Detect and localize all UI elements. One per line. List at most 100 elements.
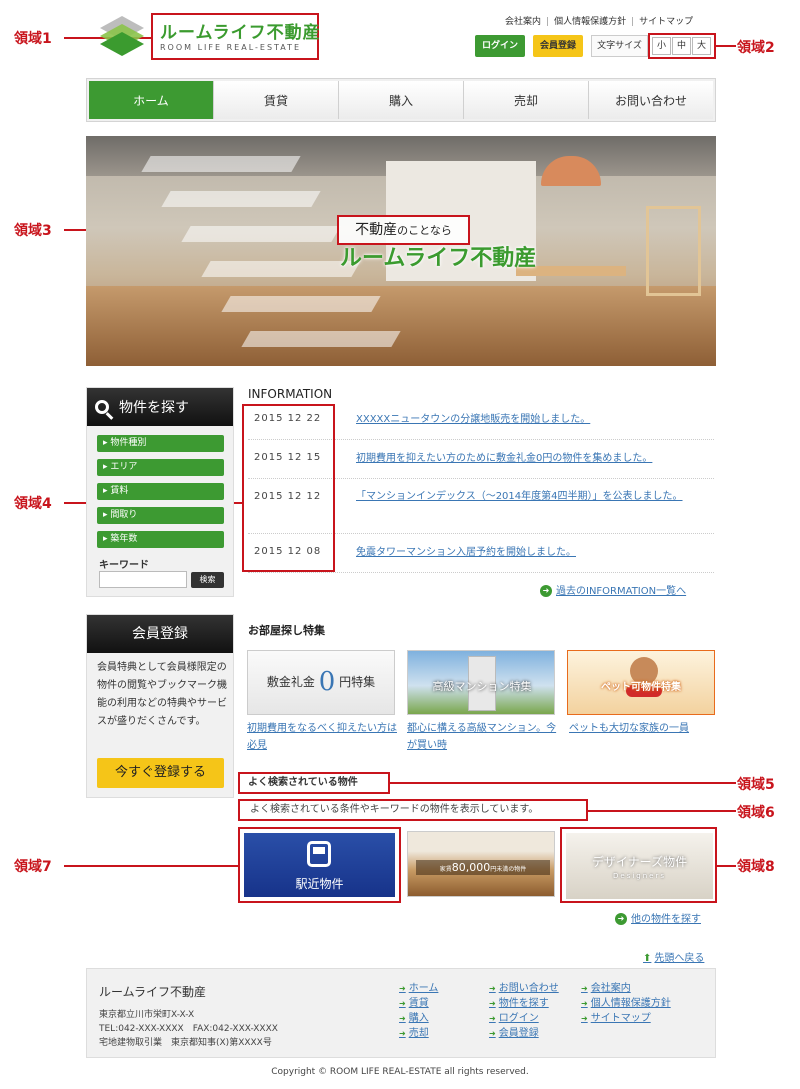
info-heading: INFORMATION — [248, 387, 333, 401]
global-nav: ホーム 賃貸 購入 売却 お問い合わせ — [86, 78, 716, 122]
hero-overlay-stripe — [201, 261, 361, 277]
rent-under-banner[interactable]: 家賃80,000円未満の物件 — [407, 831, 555, 897]
footer-link[interactable]: ➜ ホーム — [399, 981, 438, 996]
keyword-search-button[interactable]: 検索 — [191, 572, 224, 588]
search-category-area[interactable]: ▸ エリア — [97, 459, 224, 476]
info-link[interactable]: 初期費用を抑えたい方のために敷金礼金0円の物件を集めました。 — [356, 450, 706, 467]
info-archive-link[interactable]: ➜ 過去のINFORMATION一覧へ — [540, 582, 686, 597]
info-link[interactable]: 免震タワーマンション入居予約を開始しました。 — [356, 544, 706, 561]
footer-link[interactable]: ➜ 賃貸 — [399, 996, 438, 1011]
annotation-line-5 — [390, 782, 736, 784]
info-link[interactable]: XXXXXニュータウンの分譲地販売を開始しました。 — [356, 411, 706, 428]
hero-overlay-stripe — [181, 226, 341, 242]
hero-overlay-stripe — [221, 296, 381, 312]
keyword-input[interactable] — [99, 571, 187, 588]
footer-company-name: ルームライフ不動産 — [99, 985, 207, 999]
member-description: 会員特典として会員様限定の物件の閲覧やブックマーク機能の利用などの特典やサービス… — [97, 662, 227, 727]
search-category-type[interactable]: ▸ 物件種別 — [97, 435, 224, 452]
station-near-banner[interactable]: 駅近物件 — [244, 833, 395, 897]
popular-station-highlight: 駅近物件 — [238, 827, 401, 903]
font-size-large-button[interactable]: 大 — [692, 37, 711, 55]
annotation-area-3: 領域3 — [14, 223, 52, 239]
font-size-medium-button[interactable]: 中 — [672, 37, 691, 55]
link-sitemap[interactable]: サイトマップ — [639, 17, 693, 27]
link-company[interactable]: 会社案内 — [505, 17, 541, 27]
footer-link[interactable]: ➜ 売却 — [399, 1026, 438, 1041]
annotation-area-8: 領域8 — [737, 859, 775, 875]
arrow-right-icon: ➜ — [615, 913, 627, 925]
search-category-layout[interactable]: ▸ 間取り — [97, 507, 224, 524]
nav-rent[interactable]: 賃貸 — [214, 81, 339, 119]
feature-deposit-banner[interactable]: 敷金礼金 0 円特集 — [247, 650, 395, 715]
info-dates-highlight — [242, 404, 335, 572]
annotation-area-6: 領域6 — [737, 805, 775, 821]
rent-under-label: 家賃80,000円未満の物件 — [416, 860, 550, 875]
annotation-area-2: 領域2 — [737, 40, 775, 56]
link-privacy[interactable]: 個人情報保護方針 — [554, 17, 626, 27]
annotation-line-6 — [588, 810, 736, 812]
train-icon — [307, 841, 331, 867]
annotation-line-2 — [716, 45, 736, 47]
member-heading: 会員登録 — [87, 615, 233, 653]
station-near-label: 駅近物件 — [295, 877, 344, 891]
hero-shelf — [646, 206, 701, 296]
utility-links: 会社案内 | 個人情報保護方針 | サイトマップ — [505, 17, 694, 27]
footer-link[interactable]: ➜ サイトマップ — [581, 1011, 671, 1026]
designers-label: デザイナーズ物件 — [591, 855, 688, 869]
footer-license: 宅地建物取引業 東京都知事(X)第XXXX号 — [99, 1038, 272, 1048]
hero-title: ルームライフ不動産 — [340, 246, 537, 271]
feature-deposit-caption[interactable]: 初期費用をなるべく抑えたい方は必見 — [247, 720, 397, 754]
feature-luxury-banner[interactable]: 高級マンション特集 — [407, 650, 555, 715]
back-to-top-link[interactable]: ⬆ 先頭へ戻る — [643, 949, 704, 964]
copyright: Copyright © ROOM LIFE REAL-ESTATE all ri… — [271, 1067, 529, 1077]
nav-sell[interactable]: 売却 — [464, 81, 589, 119]
designers-sub-label: Designers — [613, 872, 666, 880]
logo-text-jp: ルームライフ不動産 — [160, 23, 321, 43]
font-size-switcher: 小中大 — [648, 33, 716, 59]
popular-designers-highlight: デザイナーズ物件 Designers — [560, 827, 717, 903]
login-button[interactable]: ログイン — [475, 35, 525, 57]
search-category-age[interactable]: ▸ 築年数 — [97, 531, 224, 548]
hero-overlay-stripe — [141, 156, 301, 172]
annotation-line-7 — [64, 865, 238, 867]
nav-home[interactable]: ホーム — [89, 81, 214, 119]
feature-pet-caption[interactable]: ペットも大切な家族の一員 — [569, 720, 719, 737]
arrow-up-icon: ⬆ — [643, 953, 652, 964]
footer-phone: TEL:042-XXX-XXXX FAX:042-XXX-XXXX — [99, 1024, 278, 1034]
house-logo-icon — [100, 16, 144, 56]
footer-link[interactable]: ➜ 物件を探す — [489, 996, 559, 1011]
feature-pet-label: ペット可物件特集 — [601, 682, 681, 693]
footer-address: 東京都立川市栄町X-X-X — [99, 1010, 195, 1020]
feature-pet-banner[interactable]: ペット可物件特集 — [567, 650, 715, 715]
search-category-rent[interactable]: ▸ 賃料 — [97, 483, 224, 500]
nav-buy[interactable]: 購入 — [339, 81, 464, 119]
footer-link[interactable]: ➜ 個人情報保護方針 — [581, 996, 671, 1011]
register-now-button[interactable]: 今すぐ登録する — [97, 758, 224, 788]
font-size-label: 文字サイズ — [591, 35, 648, 57]
search-heading: 物件を探す — [87, 388, 233, 426]
footer-link[interactable]: ➜ 会社案内 — [581, 981, 671, 996]
keyword-label: キーワード — [99, 560, 149, 571]
annotation-area-4: 領域4 — [14, 496, 52, 512]
feature-luxury-label: 高級マンション特集 — [432, 680, 532, 693]
footer-link[interactable]: ➜ 会員登録 — [489, 1026, 559, 1041]
nav-contact[interactable]: お問い合わせ — [589, 81, 713, 119]
designers-banner[interactable]: デザイナーズ物件 Designers — [566, 833, 713, 899]
info-link[interactable]: 「マンションインデックス（～2014年度第4四半期）」を公表しました。 — [356, 488, 706, 505]
feature-heading: お部屋探し特集 — [248, 624, 325, 637]
popular-description: よく検索されている条件やキーワードの物件を表示しています。 — [238, 799, 588, 821]
arrow-right-icon: ➜ — [540, 585, 552, 597]
footer-link[interactable]: ➜ お問い合わせ — [489, 981, 559, 996]
font-size-small-button[interactable]: 小 — [652, 37, 671, 55]
more-properties-link[interactable]: ➜ 他の物件を探す — [615, 910, 701, 925]
annotation-line-8 — [717, 865, 736, 867]
footer-link[interactable]: ➜ 購入 — [399, 1011, 438, 1026]
member-register-button[interactable]: 会員登録 — [533, 35, 583, 57]
site-logo[interactable]: ルームライフ不動産 ROOM LIFE REAL-ESTATE — [96, 10, 321, 62]
feature-luxury-caption[interactable]: 都心に構える高級マンション。今が買い時 — [407, 720, 557, 754]
property-search-panel: 物件を探す ▸ 物件種別 ▸ エリア ▸ 賃料 ▸ 間取り ▸ 築年数 キーワー… — [86, 387, 234, 597]
logo-text-en: ROOM LIFE REAL-ESTATE — [160, 43, 302, 52]
footer-link[interactable]: ➜ ログイン — [489, 1011, 559, 1026]
footer-links-col2: ➜ お問い合わせ ➜ 物件を探す ➜ ログイン ➜ 会員登録 — [489, 981, 559, 1041]
annotation-area-5: 領域5 — [737, 777, 775, 793]
